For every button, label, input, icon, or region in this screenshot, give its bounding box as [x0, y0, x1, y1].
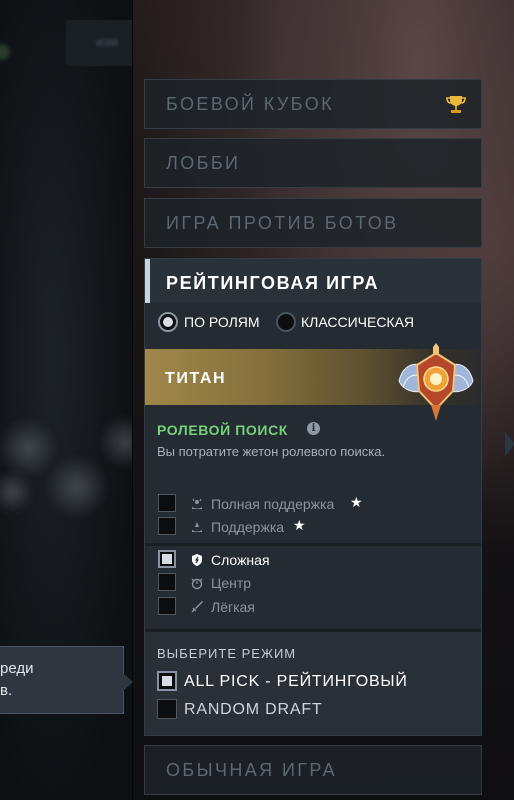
game-mode-section: ВЫБЕРИТЕ РЕЖИМ ALL PICK - РЕЙТИНГОВЫЙ RA… [145, 632, 481, 735]
role-label[interactable]: Поддержка [211, 519, 284, 535]
trophy-icon [446, 96, 466, 113]
blurred-button: изм [66, 20, 132, 66]
radio-roles-label[interactable]: ПО РОЛЯМ [184, 314, 260, 330]
menu-label: БОЕВОЙ КУБОК [166, 94, 334, 114]
offlane-shield-icon [192, 554, 202, 566]
star-icon: ★ [293, 518, 306, 534]
info-icon[interactable]: i [307, 422, 320, 435]
rank-name: ТИТАН [165, 370, 227, 387]
rank-banner: ТИТАН [145, 343, 481, 421]
blurred-flower [0, 418, 56, 478]
role-search-title: РОЛЕВОЙ ПОИСК [157, 422, 288, 438]
blurred-icon [0, 44, 10, 60]
radio-roles[interactable] [158, 312, 178, 332]
menu-label: ЛОББИ [166, 153, 241, 173]
role-checkbox-hard-support[interactable] [158, 494, 176, 512]
radio-classic-label[interactable]: КЛАССИЧЕСКАЯ [301, 314, 414, 330]
ranked-title: РЕЙТИНГОВАЯ ИГРА [166, 273, 380, 293]
ranked-panel: РЕЙТИНГОВАЯ ИГРА ПО РОЛЯМ КЛАССИЧЕСКАЯ Т… [144, 258, 482, 736]
tooltip-line: реди [0, 660, 34, 677]
mode-section-title: ВЫБЕРИТЕ РЕЖИМ [157, 646, 297, 661]
menu-label: ОБЫЧНАЯ ИГРА [166, 760, 338, 780]
role-checkbox-soft-support[interactable] [158, 517, 176, 535]
mode-checkbox-all-pick[interactable] [157, 671, 177, 691]
mode-label-all-pick[interactable]: ALL PICK - РЕЙТИНГОВЫЙ [184, 673, 408, 691]
star-icon: ★ [350, 495, 363, 511]
lobby-button[interactable]: ЛОББИ [144, 138, 482, 188]
titan-medal-icon [398, 343, 474, 421]
menu-label: ИГРА ПРОТИВ БОТОВ [166, 213, 399, 233]
tooltip-line: в. [0, 682, 13, 699]
role-checkbox-offlane[interactable] [158, 550, 176, 568]
battle-cup-button[interactable]: БОЕВОЙ КУБОК [144, 79, 482, 129]
bots-button[interactable]: ИГРА ПРОТИВ БОТОВ [144, 198, 482, 248]
carry-sword-icon [191, 601, 203, 613]
role-label[interactable]: Полная поддержка [211, 496, 334, 512]
scroll-right-arrow[interactable] [505, 432, 514, 456]
tooltip-pointer [123, 673, 133, 691]
role-checkbox-carry[interactable] [158, 597, 176, 615]
role-search-description: Вы потратите жетон ролевого поиска. [157, 444, 386, 459]
ranked-header[interactable]: РЕЙТИНГОВАЯ ИГРА [145, 259, 481, 303]
role-checkbox-mid[interactable] [158, 573, 176, 591]
mid-icon [191, 578, 203, 590]
tooltip: реди в. [0, 646, 133, 714]
blurred-flower [102, 414, 132, 470]
divider [145, 543, 481, 546]
hard-support-icon [192, 498, 202, 509]
role-label[interactable]: Центр [211, 575, 251, 591]
radio-classic[interactable] [276, 312, 296, 332]
selection-accent [145, 259, 150, 303]
role-label[interactable]: Сложная [211, 552, 270, 568]
mode-checkbox-random-draft[interactable] [157, 699, 177, 719]
normal-game-button[interactable]: ОБЫЧНАЯ ИГРА [144, 745, 482, 795]
blurred-flower [46, 456, 108, 518]
role-label[interactable]: Лёгкая [211, 599, 255, 615]
matchmaking-type: ПО РОЛЯМ КЛАССИЧЕСКАЯ [145, 312, 481, 334]
mode-label-random-draft[interactable]: RANDOM DRAFT [184, 701, 322, 719]
soft-support-icon [192, 522, 202, 532]
